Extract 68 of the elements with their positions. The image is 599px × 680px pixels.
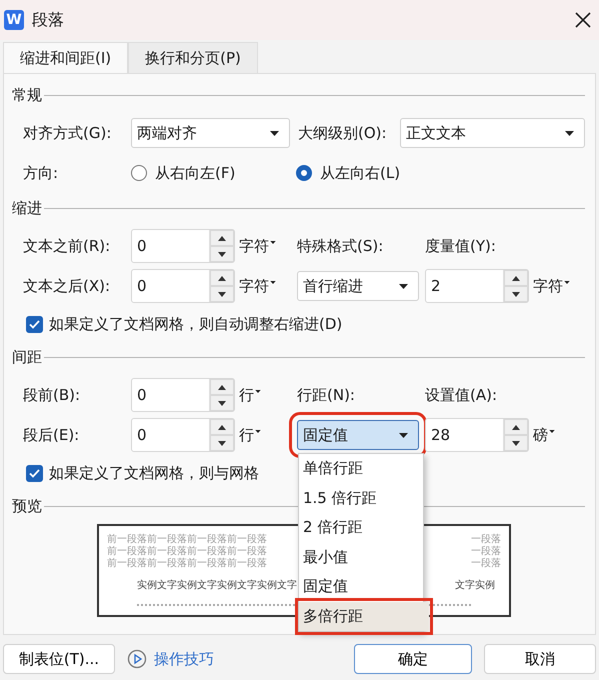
tips-link[interactable]: 操作技巧 (127, 649, 214, 669)
dropdown-option[interactable]: 最小值 (299, 542, 423, 572)
field-label: 方向: (23, 164, 60, 182)
caret-icon (255, 390, 261, 392)
window-title: 段落 (32, 10, 65, 30)
dropdown-option[interactable]: 2 倍行距 (299, 513, 423, 542)
field-label: 文本之前(R): (23, 236, 112, 256)
caret-icon (270, 130, 279, 136)
tab[interactable]: 缩进和间距(I) (3, 42, 128, 73)
preview-text: 一段落 (471, 534, 501, 546)
dialog-button[interactable]: 制表位(T)... (3, 644, 115, 674)
dropdown[interactable]: 两端对齐 (131, 118, 290, 148)
field-label: 段后(E): (23, 426, 80, 444)
tab[interactable]: 换行和分页(P) (128, 42, 258, 73)
dropdown-option[interactable]: 固定值 (299, 572, 423, 602)
checkmark-icon (29, 320, 40, 328)
radio-option[interactable]: 从右向左(F) (131, 164, 296, 182)
radio-button[interactable] (131, 165, 147, 181)
dropdown[interactable]: 正文文本 (400, 118, 585, 148)
field-label: 特殊格式(S): (297, 236, 384, 256)
field-label: 文本之后(X): (23, 276, 112, 296)
caret-icon (399, 284, 408, 288)
checkbox[interactable] (26, 316, 43, 332)
field-label: 对齐方式(G): (23, 124, 112, 142)
play-icon (127, 649, 147, 669)
dropdown-option[interactable]: 1.5 倍行距 (299, 484, 423, 513)
preview-text: 一段落 (471, 558, 501, 570)
caret-icon (399, 432, 408, 438)
radio-option[interactable]: 从左向右(L) (296, 164, 461, 182)
unit-dropdown[interactable]: 磅 (529, 426, 591, 444)
preview-text: 实例文字实例文字实例文字实例文字 (137, 580, 297, 592)
section-title: 间距 (12, 348, 42, 367)
unit-dropdown[interactable]: 字符 (235, 236, 297, 256)
section-title: 预览 (12, 497, 42, 516)
preview-text: 前一段落前一段落前一段落前一段落 (107, 558, 267, 570)
checkbox-option[interactable]: 如果定义了文档网格，则与网格 (26, 464, 259, 482)
field-label: 度量值(Y): (425, 236, 496, 256)
dropdown-option[interactable]: 多倍行距 (299, 602, 429, 631)
close-icon[interactable] (575, 12, 591, 28)
caret-icon (564, 280, 570, 284)
unit-dropdown[interactable]: 字符 (235, 276, 297, 296)
section-title: 常规 (12, 86, 42, 105)
dialog-button[interactable]: 取消 (484, 644, 596, 674)
preview-text: 前一段落前一段落前一段落前一段落 (107, 546, 267, 558)
caret-icon (270, 240, 276, 244)
field-label: 行距(N): (297, 386, 356, 404)
checkmark-icon (29, 468, 40, 478)
preview-text: 一段落 (471, 546, 501, 558)
caret-icon (565, 130, 574, 136)
checkbox-option[interactable]: 如果定义了文档网格，则自动调整右缩进(D) (26, 314, 342, 334)
field-label: 大纲级别(O): (298, 124, 388, 142)
ok-button[interactable]: 确定 (354, 644, 472, 674)
preview-text: 文字实例 (455, 580, 495, 592)
unit-dropdown[interactable]: 行 (235, 386, 297, 404)
unit-dropdown[interactable]: 行 (235, 426, 297, 444)
section-title: 缩进 (12, 199, 42, 218)
field-label: 段前(B): (23, 386, 82, 404)
unit-dropdown[interactable]: 字符 (529, 276, 591, 296)
radio-button[interactable] (296, 165, 312, 181)
caret-icon (549, 430, 555, 432)
dropdown-option[interactable]: 单倍行距 (299, 454, 423, 484)
caret-icon (270, 280, 276, 284)
app-logo: W (4, 10, 24, 30)
dropdown[interactable]: 首行缩进 (297, 271, 419, 301)
field-label: 设置值(A): (425, 386, 498, 404)
caret-icon (255, 430, 261, 432)
preview-text: 前一段落前一段落前一段落前一段落 (107, 534, 267, 546)
checkbox[interactable] (26, 464, 43, 482)
